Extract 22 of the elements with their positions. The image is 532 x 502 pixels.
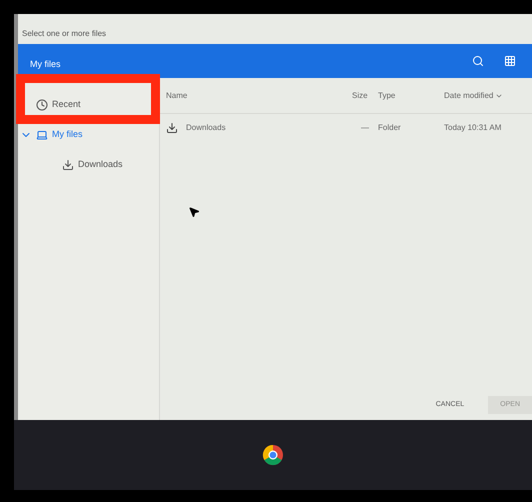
column-header[interactable]: Name — [166, 90, 352, 102]
sidebar-item[interactable]: Downloads — [58, 156, 127, 174]
search-icon[interactable] — [472, 55, 484, 67]
sidebar-item[interactable]: My files — [32, 126, 87, 144]
recent-icon — [36, 99, 48, 111]
table-cell-text: — — [360, 122, 370, 134]
download-icon — [62, 159, 74, 171]
sidebar-item[interactable]: Recent — [32, 96, 85, 114]
table-cell-text: Folder — [378, 122, 402, 134]
download-icon — [166, 122, 178, 134]
grid-view-icon[interactable] — [504, 55, 516, 67]
file-row[interactable]: Downloads — Folder Today 10:31 AM — [160, 114, 532, 142]
column-header[interactable]: Type — [378, 90, 444, 102]
column-header[interactable]: Size — [352, 90, 378, 102]
header-title: My files — [30, 58, 62, 72]
dialog-title: Select one or more files — [22, 28, 106, 40]
mouse-pointer-icon — [188, 206, 200, 218]
browser-icon[interactable] — [262, 444, 284, 466]
table-cell: Downloads — [186, 122, 226, 134]
column-header[interactable]: Date modified — [444, 90, 504, 102]
computer-icon — [36, 129, 48, 141]
table-cell: Today 10:31 AM — [444, 122, 502, 134]
